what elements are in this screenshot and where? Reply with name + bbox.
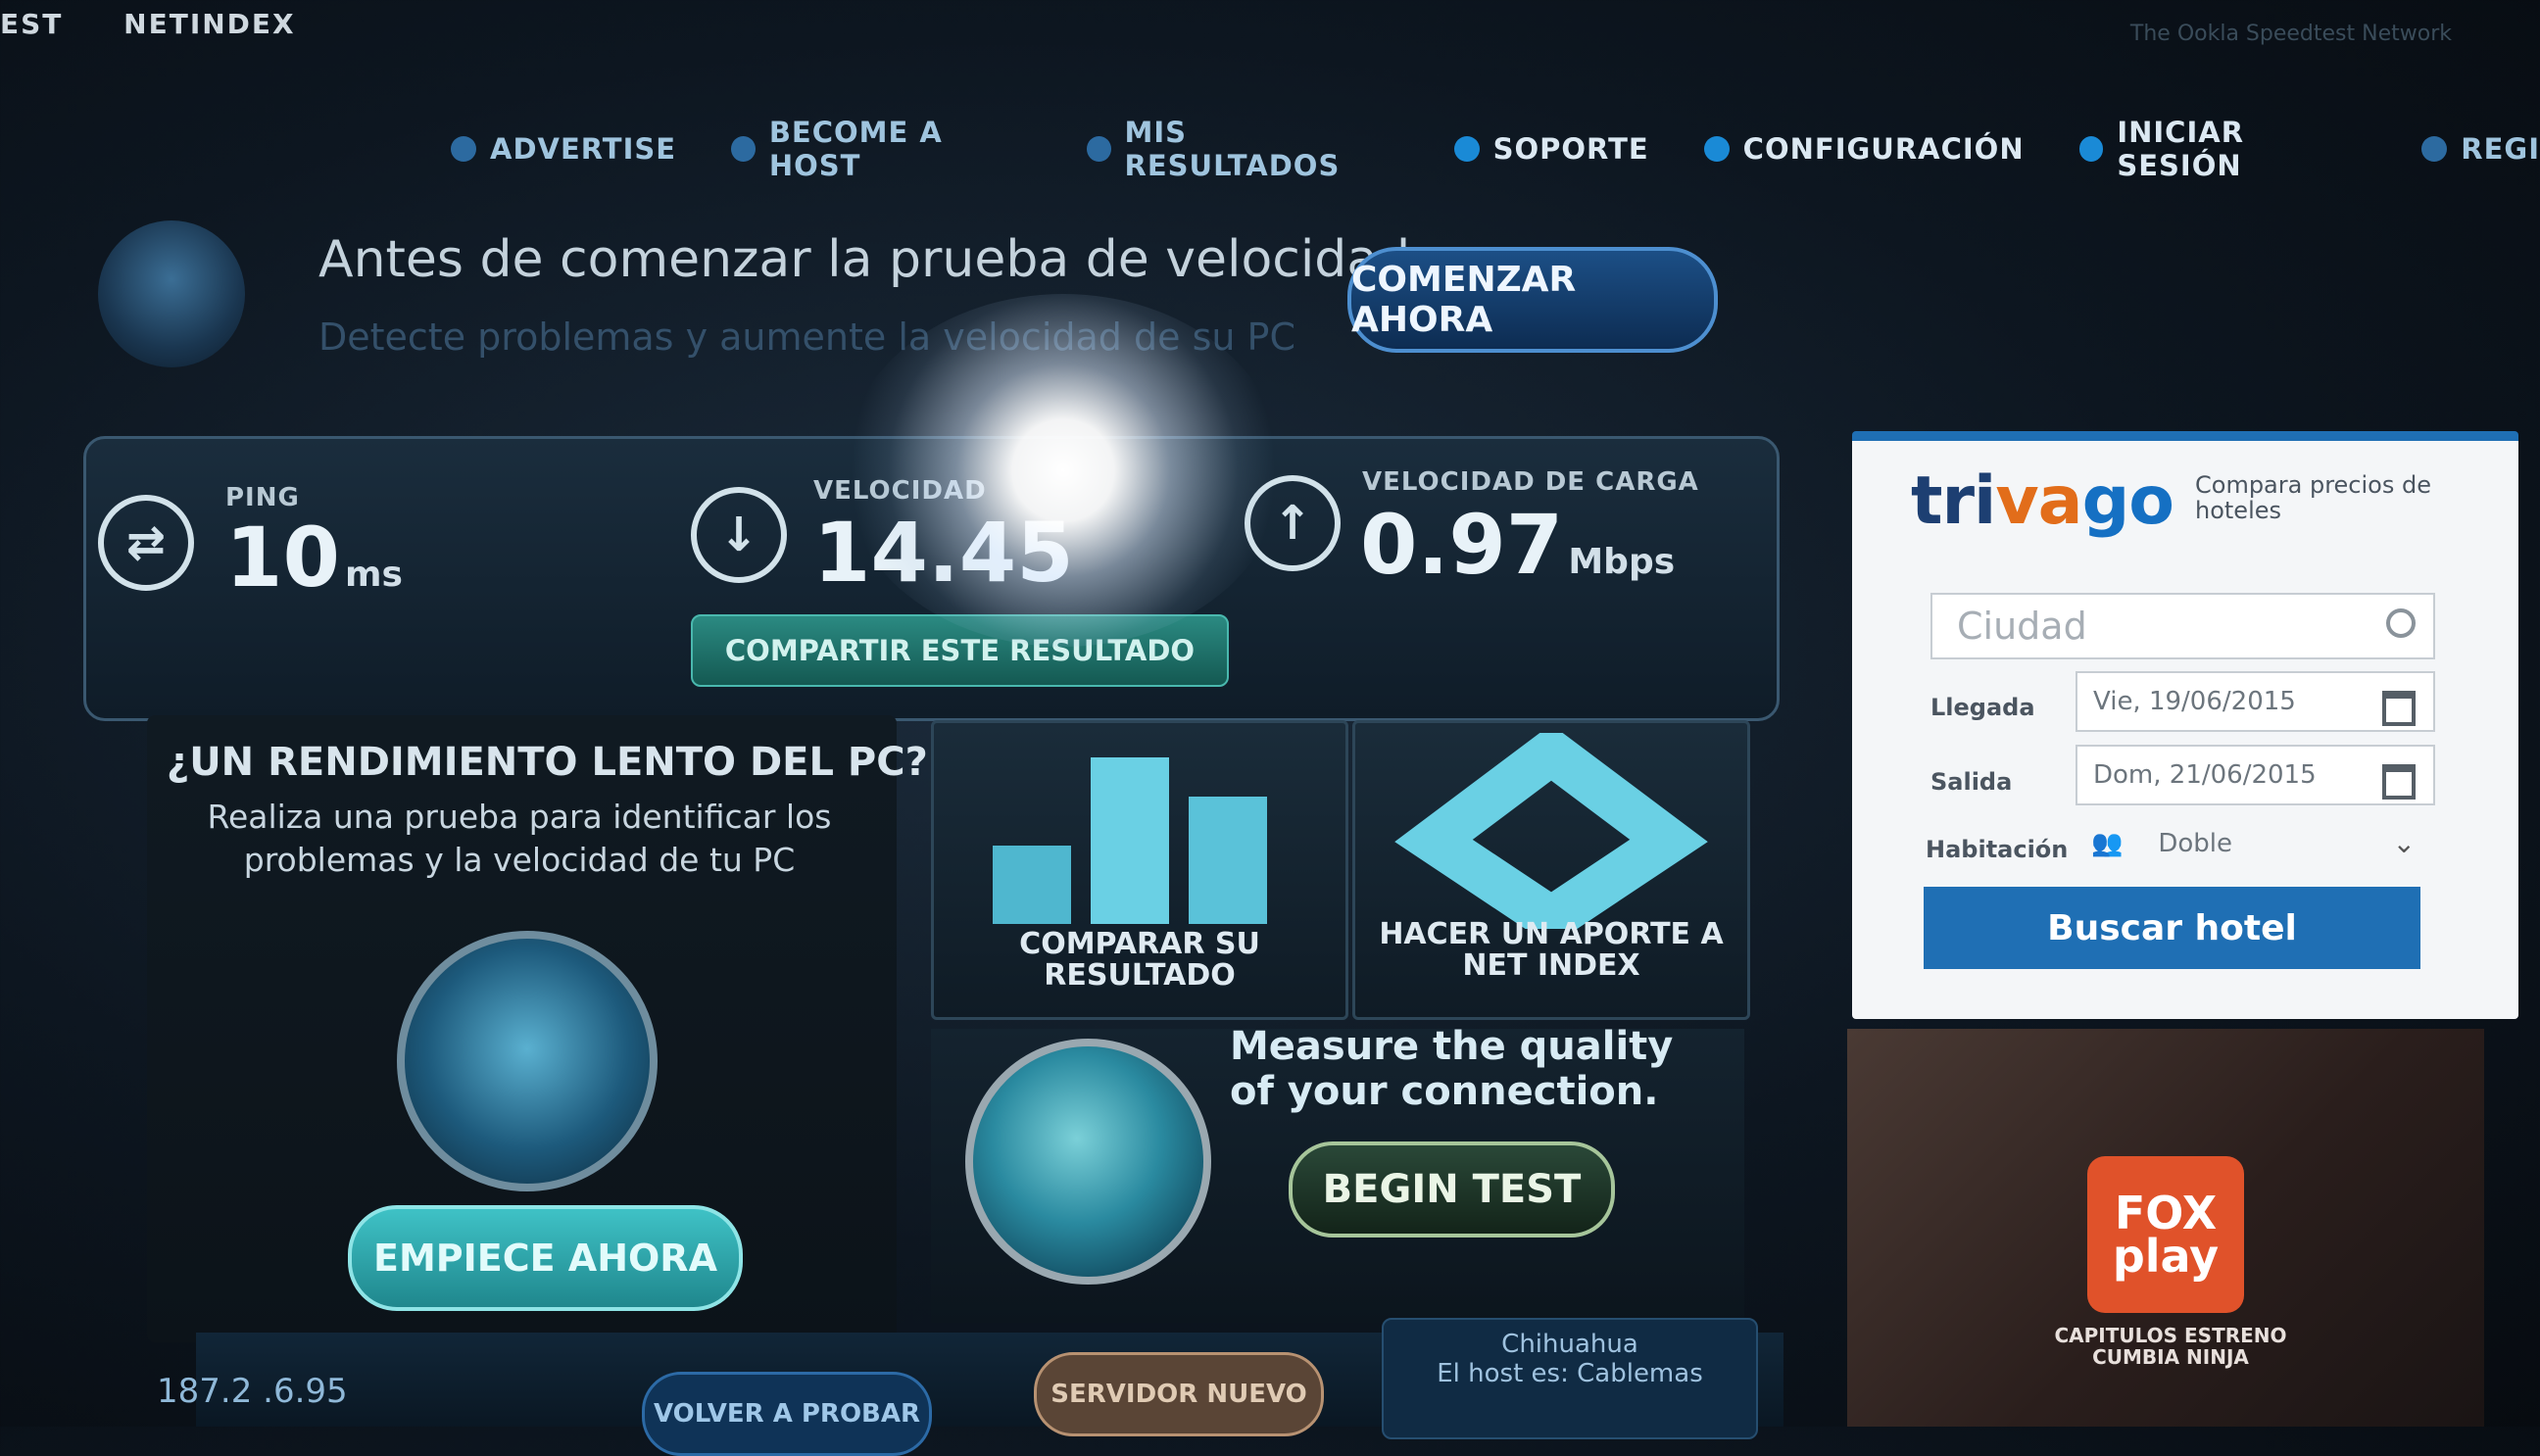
start-pc-test-button[interactable]: EMPIECE AHORA: [348, 1205, 743, 1311]
performance-gauge-icon: [397, 931, 658, 1191]
gear-icon: [1703, 136, 1730, 162]
upload-value: 0.97: [1360, 497, 1564, 593]
calendar-icon[interactable]: [2382, 691, 2416, 726]
people-icon: 👥: [2091, 829, 2124, 858]
ping-readout: 10 ms: [225, 510, 403, 606]
upload-label: VELOCIDAD DE CARGA: [1362, 467, 1699, 497]
room-label: Habitación: [1926, 836, 2069, 863]
megaphone-icon: [451, 136, 476, 162]
nav-label: INICIAR SESIÓN: [2117, 116, 2245, 182]
bar-chart-icon: [993, 757, 1267, 924]
fox-play-logo: FOX play: [2087, 1156, 2244, 1313]
departure-date-field[interactable]: Dom, 21/06/2015: [2076, 745, 2435, 805]
download-arrow-icon: ↓: [691, 487, 787, 583]
nav-label: CONFIGURACIÓN: [1742, 132, 2025, 166]
top-right-text: The Ookla Speedtest Network: [2129, 22, 2452, 46]
ping-icon: ⇄: [98, 495, 194, 591]
server-icon: [731, 136, 756, 162]
search-icon[interactable]: [2386, 608, 2416, 638]
banner-title: Antes de comenzar la prueba de velocidad…: [318, 230, 1428, 289]
nav-label: SOPORTE: [1492, 132, 1649, 166]
calendar-icon[interactable]: [2382, 764, 2416, 800]
quality-test-text: Measure the quality of your connection.: [1230, 1024, 1674, 1114]
pc-panel-title: ¿UN RENDIMIENTO LENTO DEL PC?: [167, 740, 928, 785]
globe-icon: [965, 1039, 1211, 1285]
pc-panel-description: Realiza una prueba para identificar los …: [207, 798, 832, 879]
room-select[interactable]: 👥 Doble ⌄: [2076, 813, 2435, 874]
nav-my-results[interactable]: MIS RESULTADOS: [1086, 116, 1399, 182]
brand-bar: EST NETINDEX: [0, 8, 345, 40]
departure-date-value: Dom, 21/06/2015: [2093, 760, 2317, 790]
arrival-label: Llegada: [1930, 694, 2035, 721]
brand-name[interactable]: NETINDEX: [123, 8, 295, 40]
trivago-logo[interactable]: trivago: [1911, 462, 2174, 540]
register-icon: [2421, 136, 2448, 162]
begin-test-button[interactable]: BEGIN TEST: [1289, 1141, 1615, 1238]
server-host: El host es: Cablemas: [1437, 1359, 1703, 1388]
results-icon: [1086, 136, 1111, 162]
server-city: Chihuahua: [1501, 1330, 1638, 1359]
chevron-down-icon: ⌄: [2392, 827, 2416, 859]
server-info: Chihuahua El host es: Cablemas: [1382, 1318, 1758, 1439]
nav-label: REGI: [2461, 132, 2540, 166]
search-hotel-button[interactable]: Buscar hotel: [1924, 887, 2420, 969]
contribute-tile[interactable]: HACER UN APORTE A NET INDEX: [1352, 720, 1750, 1020]
nav-label: MIS RESULTADOS: [1124, 116, 1341, 182]
departure-label: Salida: [1930, 768, 2013, 796]
user-icon: [2078, 136, 2104, 162]
arrival-date-value: Vie, 19/06/2015: [2093, 687, 2296, 716]
trivago-tagline: Compara precios de hoteles: [2195, 471, 2431, 524]
fox-logo-line2: play: [2112, 1230, 2220, 1283]
compare-label: COMPARAR SU RESULTADO: [1019, 927, 1260, 993]
compare-result-tile[interactable]: COMPARAR SU RESULTADO: [931, 720, 1348, 1020]
logo-part: go: [2081, 462, 2174, 540]
nav-label: BECOME A HOST: [768, 116, 943, 182]
main-nav: ADVERTISE BECOME A HOST MIS RESULTADOS S…: [451, 116, 2540, 182]
test-again-button[interactable]: VOLVER A PROBAR: [642, 1372, 932, 1456]
begin-now-button[interactable]: COMENZAR AHORA: [1347, 247, 1718, 353]
brand-fragment: EST: [0, 8, 64, 40]
ip-address: 187.2 .6.95: [157, 1372, 348, 1411]
contribute-label: HACER UN APORTE A NET INDEX: [1379, 917, 1724, 983]
new-server-button[interactable]: SERVIDOR NUEVO: [1034, 1352, 1324, 1436]
city-placeholder: Ciudad: [1957, 605, 2087, 648]
screen-glare: [843, 294, 1284, 647]
fox-logo-line1: FOX: [2114, 1187, 2218, 1239]
nav-settings[interactable]: CONFIGURACIÓN: [1703, 116, 2025, 182]
ping-value: 10: [225, 510, 340, 606]
upload-readout: 0.97 Mbps: [1360, 497, 1675, 593]
nav-become-host[interactable]: BECOME A HOST: [731, 116, 1032, 182]
nav-login[interactable]: INICIAR SESIÓN: [2078, 116, 2368, 182]
logo-part: tri: [1911, 462, 1996, 540]
arrival-date-field[interactable]: Vie, 19/06/2015: [2076, 671, 2435, 732]
room-value: Doble: [2158, 829, 2233, 858]
netindex-logo-icon: [1394, 733, 1708, 929]
ping-label: PING: [225, 483, 300, 512]
nav-advertise[interactable]: ADVERTISE: [451, 116, 676, 182]
city-input[interactable]: Ciudad: [1930, 593, 2435, 659]
ad-caption: CAPITULOS ESTRENO CUMBIA NINJA: [2054, 1324, 2287, 1369]
nav-register[interactable]: REGI: [2421, 116, 2540, 182]
speedometer-icon: [98, 220, 245, 367]
logo-part: va: [1995, 462, 2082, 540]
nav-label: ADVERTISE: [490, 132, 677, 166]
info-icon: [1453, 136, 1480, 162]
nav-support[interactable]: SOPORTE: [1453, 116, 1649, 182]
upload-unit: Mbps: [1568, 542, 1676, 582]
ping-unit: ms: [345, 555, 403, 595]
